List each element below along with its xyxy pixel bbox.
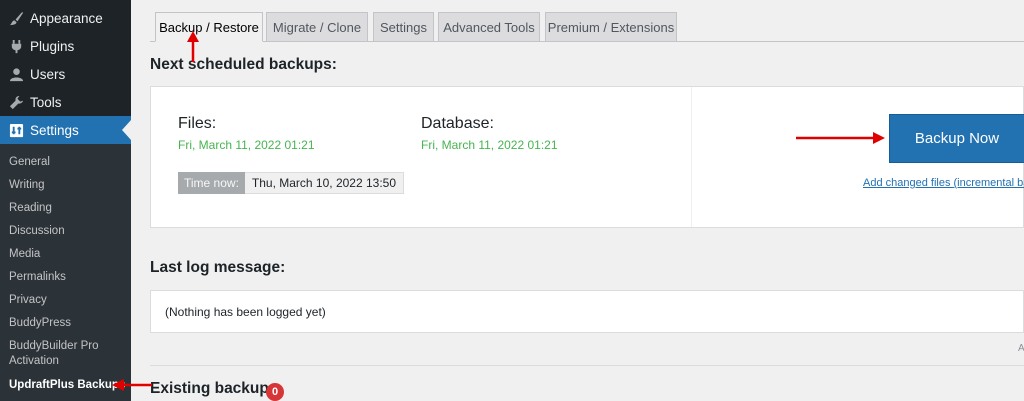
annotation-arrows bbox=[112, 31, 885, 391]
arrow-up-icon bbox=[187, 31, 199, 62]
arrow-left-icon bbox=[112, 379, 152, 391]
arrow-right-icon bbox=[796, 132, 885, 144]
